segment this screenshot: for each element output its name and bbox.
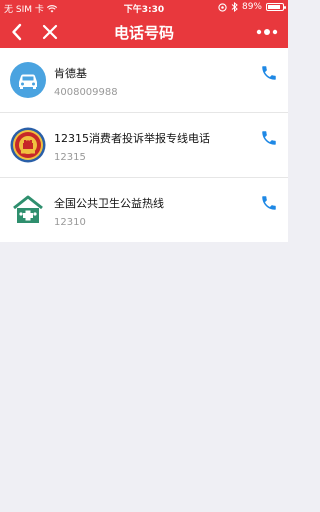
contact-number: 12315 [54,152,86,163]
contact-number: 4008009988 [54,87,118,98]
contact-name: 全国公共卫生公益热线 [54,197,164,210]
list-item[interactable]: 12315消费者投诉举报专线电话 12315 [0,113,288,178]
battery-icon [266,3,286,11]
navigation-bar: 电话号码 [0,16,288,48]
status-right: 89% [218,2,286,12]
more-dots-icon[interactable] [252,20,282,44]
status-bar: 无 SIM 卡 下午3:30 89% [0,0,288,16]
list-item[interactable]: 全国公共卫生公益热线 12310 [0,178,288,242]
contact-name: 肯德基 [54,67,87,80]
phone-icon[interactable] [260,194,278,212]
contact-name: 12315消费者投诉举报专线电话 [54,132,210,145]
list-item[interactable]: 肯德基 4008009988 [0,48,288,113]
close-icon[interactable] [38,20,62,44]
battery-percent: 89% [241,2,262,12]
bluetooth-icon [231,2,238,12]
phone-icon[interactable] [260,129,278,147]
car-icon [10,62,46,98]
health-house-icon [10,192,46,228]
emblem-icon [10,127,46,163]
phone-icon[interactable] [260,64,278,82]
contact-list: 肯德基 4008009988 12315消费者投诉举报专线电话 12315 全国… [0,48,288,242]
orientation-lock-icon [218,2,227,12]
contact-number: 12310 [54,217,86,228]
chevron-left-icon[interactable] [6,20,30,44]
